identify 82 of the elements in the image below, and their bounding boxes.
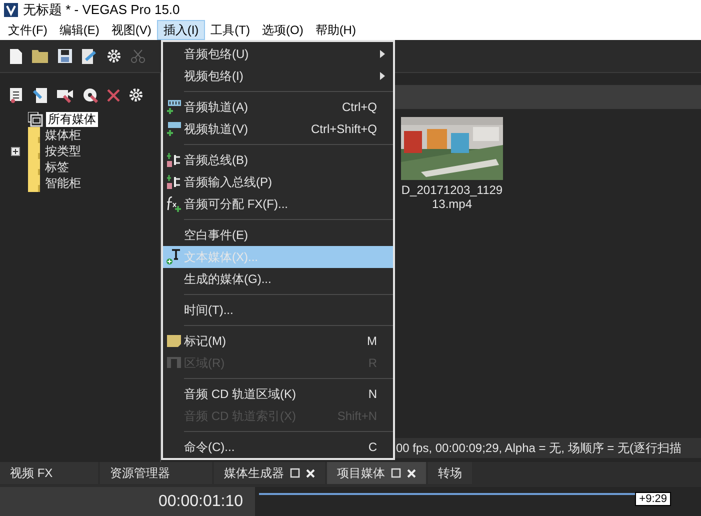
menu-item[interactable]: 音频包络(U) [163, 43, 393, 65]
fx-icon [166, 196, 182, 212]
tree-item[interactable]: 所有媒体 [46, 112, 98, 126]
menu-item[interactable]: 视频轨道(V) Ctrl+Shift+Q [163, 118, 393, 140]
folder-icon [28, 174, 40, 192]
menu-item[interactable]: 音频可分配 FX(F)... [163, 193, 393, 215]
menu-item[interactable]: 帮助(H) [309, 20, 362, 40]
menu-item[interactable]: 编辑(E) [53, 20, 106, 40]
dock-tab[interactable]: 转场 [428, 462, 472, 484]
menu-item-label: 音频轨道(A) [184, 98, 248, 116]
menu-item-label: 时间(T)... [184, 302, 234, 318]
menu-item[interactable]: 选项(O) [256, 20, 310, 40]
import-media-icon[interactable] [33, 88, 48, 102]
menu-item[interactable]: 插入(I) [157, 20, 205, 40]
text-media-icon [166, 249, 182, 265]
menu-item[interactable]: 视频包络(I) [163, 65, 393, 87]
undock-icon[interactable] [290, 468, 300, 478]
menu-item-label: 音频可分配 FX(F)... [184, 196, 288, 212]
menu-item-label: 空白事件(E) [184, 226, 248, 244]
marker-flag-icon [166, 334, 180, 348]
audio-bus-icon [166, 153, 180, 167]
menu-item-label: 标记(M) [184, 332, 226, 350]
menu-item-label: 音频 CD 轨道区域(K) [184, 386, 296, 402]
menu-item[interactable]: 音频总线(B) [163, 149, 393, 171]
region-icon [166, 356, 180, 370]
menu-item[interactable]: 文件(F) [2, 20, 54, 40]
window-title: 无标题 * - VEGAS Pro 15.0 [23, 1, 180, 19]
undock-icon[interactable] [391, 468, 401, 478]
menu-item-label: 命令(C)... [184, 438, 235, 456]
app-logo-icon [4, 3, 18, 17]
audio-track-icon [166, 100, 180, 114]
media-file-name: D_20171203_1129 13.mp4 [401, 183, 503, 211]
disc-icon[interactable] [83, 88, 98, 102]
close-icon[interactable] [306, 468, 315, 478]
timecode-display: 00:00:01:10 [158, 492, 243, 510]
menu-item[interactable]: 视图(V) [105, 20, 158, 40]
dock-tab[interactable]: 视频 FX [0, 462, 98, 484]
expand-icon[interactable] [11, 146, 20, 156]
capture-video-icon[interactable] [57, 88, 74, 102]
export-icon[interactable] [82, 48, 97, 64]
menu-item[interactable]: 空白事件(E) [163, 224, 393, 246]
menu-item-label: 生成的媒体(G)... [184, 270, 272, 288]
tree-item[interactable]: 智能柜 [43, 176, 83, 190]
close-icon[interactable] [407, 468, 416, 478]
folder-icon [28, 126, 40, 144]
media-stack-icon [28, 112, 43, 126]
menu-item-label: 视频轨道(V) [184, 120, 248, 138]
menu-item-label: 音频包络(U) [184, 46, 249, 62]
video-track-icon [166, 122, 180, 136]
save-icon[interactable] [58, 49, 72, 63]
menu-item-label: 音频总线(B) [184, 152, 248, 168]
menu-item[interactable]: 标记(M) M [163, 330, 393, 352]
delete-icon[interactable] [107, 88, 120, 102]
media-list-icon[interactable] [10, 88, 24, 102]
dock-tab[interactable]: 项目媒体 [327, 462, 426, 484]
shortcut-text: Ctrl+Q [342, 100, 377, 114]
shortcut-text: M [367, 334, 377, 348]
scissors-icon[interactable] [131, 49, 145, 63]
menu-item-label: 文本媒体(X)... [184, 248, 258, 266]
tree-item[interactable]: 媒体柜 [43, 128, 83, 142]
tree-item[interactable]: 标签 [43, 160, 71, 174]
menu-item[interactable]: 时间(T)... [163, 299, 393, 321]
time-marker-label: +9:29 [635, 492, 671, 506]
menu-item[interactable]: 命令(C)... C [163, 436, 393, 458]
settings-icon[interactable] [107, 49, 121, 63]
dock-tab[interactable]: 媒体生成器 [214, 462, 325, 484]
tree-item[interactable]: 按类型 [43, 144, 83, 158]
shortcut-text: C [368, 440, 377, 454]
menu-item[interactable]: 生成的媒体(G)... [163, 268, 393, 290]
shortcut-text: N [368, 387, 377, 401]
menu-item[interactable]: 音频输入总线(P) [163, 171, 393, 193]
input-bus-icon [166, 175, 180, 189]
menu-item-label: 音频输入总线(P) [184, 174, 272, 190]
folder-icon[interactable] [32, 50, 48, 62]
dock-tab[interactable]: 资源管理器 [100, 462, 212, 484]
menu-item[interactable]: 工具(T) [204, 20, 256, 40]
menu-item[interactable]: 音频轨道(A) Ctrl+Q [163, 96, 393, 118]
shortcut-text: Ctrl+Shift+Q [310, 122, 377, 136]
menu-item[interactable]: 音频 CD 轨道区域(K) N [163, 383, 393, 405]
settings-icon[interactable] [129, 88, 143, 102]
menu-item-label: 视频包络(I) [184, 68, 244, 84]
new-file-icon[interactable] [10, 48, 22, 64]
